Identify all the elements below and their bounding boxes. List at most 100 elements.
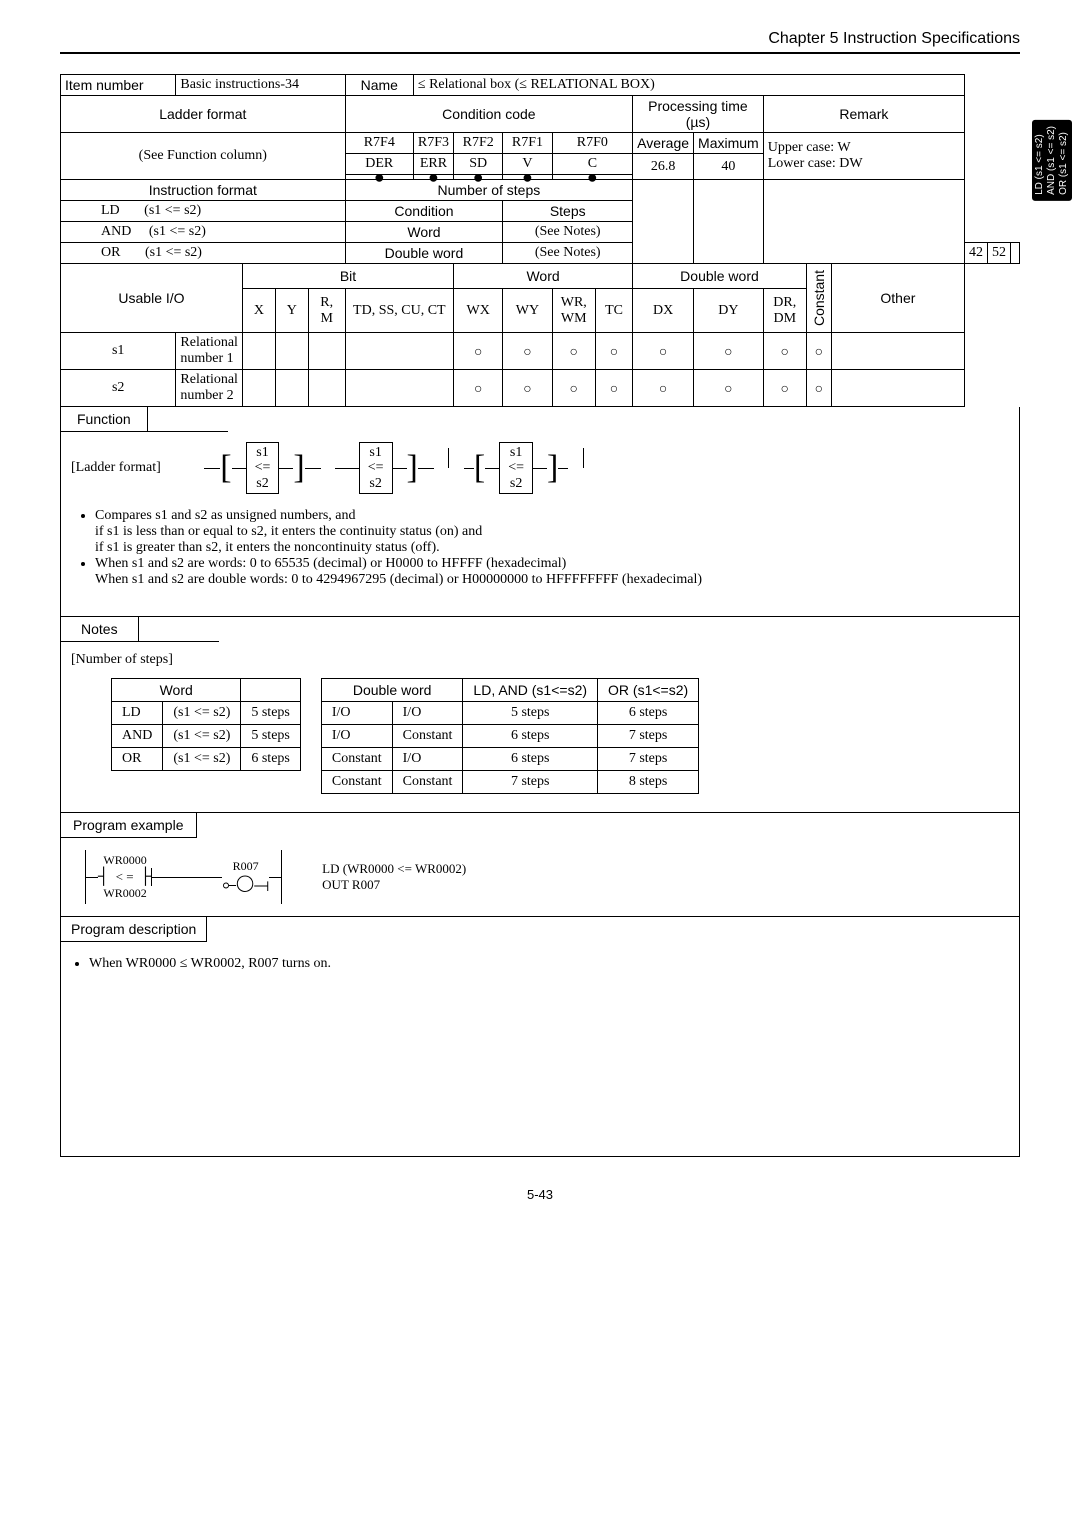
- see-function: (See Function column): [61, 133, 346, 180]
- cell: 7 steps: [598, 725, 699, 748]
- avg-value: 26.8: [633, 154, 694, 180]
- val52: 52: [988, 243, 1011, 264]
- max-value: 40: [694, 154, 764, 180]
- cell: 6 steps: [598, 702, 699, 725]
- mnemonic: AND: [101, 224, 131, 239]
- cell: 7 steps: [463, 771, 598, 794]
- cell: 5 steps: [463, 702, 598, 725]
- notes-label: Notes: [61, 617, 139, 642]
- cell: 5 steps: [241, 702, 301, 725]
- empty-cell: [345, 370, 453, 407]
- empty-cell: [831, 333, 964, 370]
- cell: AND: [112, 725, 163, 748]
- empty-cell: [275, 333, 308, 370]
- mnemonic: OR: [101, 245, 120, 260]
- program-example-section: Program example WR0000 ┤ < = ├ WR0002 R0…: [60, 813, 1020, 917]
- instr-row: AND (s1 <= s2): [61, 222, 346, 243]
- empty-cell: [633, 180, 694, 264]
- side-tab: LD (s1 <= s2) AND (s1 <= s2) OR (s1 <= s…: [1032, 120, 1072, 201]
- cell: I/O: [392, 748, 463, 771]
- col-x: X: [242, 288, 275, 332]
- circle-icon: ○: [595, 370, 632, 407]
- cc-header: R7F3: [413, 133, 453, 154]
- contact-label: WR0002: [103, 886, 146, 901]
- steps-hdr: OR (s1<=s2): [598, 679, 699, 702]
- function-label: Function: [61, 407, 148, 432]
- name-label: Name: [345, 75, 413, 96]
- num-steps-title: [Number of steps]: [71, 652, 1003, 668]
- col-dx: DX: [633, 288, 694, 332]
- bit-header: Bit: [242, 264, 453, 289]
- func-bullet: Compares s1 and s2 as unsigned numbers, …: [95, 508, 1003, 556]
- col-wx: WX: [454, 288, 503, 332]
- item-number-label: Item number: [61, 75, 176, 96]
- circle-icon: ○: [763, 333, 806, 370]
- operand-name: Relational number 1: [176, 333, 243, 370]
- empty-cell: [345, 333, 453, 370]
- operand-id: s1: [61, 333, 176, 370]
- col-wrwm: WR, WM: [552, 288, 595, 332]
- circle-icon: ○: [503, 370, 552, 407]
- program-example-label: Program example: [61, 813, 197, 838]
- cell: I/O: [392, 702, 463, 725]
- program-description-section: Program description When WR0000 ≤ WR0002…: [60, 917, 1020, 1157]
- circle-icon: ○: [763, 370, 806, 407]
- ladder-format-title: [Ladder format]: [71, 460, 161, 476]
- circle-icon: ○: [694, 370, 764, 407]
- other-header: Other: [831, 264, 964, 333]
- empty-cell: [242, 333, 275, 370]
- cell: (s1 <= s2): [163, 725, 241, 748]
- col-wy: WY: [503, 288, 552, 332]
- cell: I/O: [321, 725, 392, 748]
- maximum-label: Maximum: [694, 133, 764, 154]
- circle-icon: ○: [806, 333, 831, 370]
- cell: 7 steps: [598, 748, 699, 771]
- upper-case: Upper case: W: [768, 140, 960, 156]
- remark-cell: Upper case: W Lower case: DW: [763, 133, 964, 180]
- out-line: OUT R007: [322, 877, 466, 893]
- circle-icon: ○: [806, 370, 831, 407]
- circle-icon: ○: [633, 333, 694, 370]
- cond-word: Word: [345, 222, 503, 243]
- empty-cell: [694, 180, 764, 264]
- steps-hdr: Word: [112, 679, 241, 702]
- circle-icon: ○: [503, 333, 552, 370]
- operand-name: Relational number 2: [176, 370, 243, 407]
- coil-label: R007: [233, 859, 259, 874]
- instr-format-label: Instruction format: [61, 180, 346, 201]
- col-rm: R, M: [308, 288, 345, 332]
- steps-hdr: Double word: [321, 679, 463, 702]
- empty-cell: [275, 370, 308, 407]
- empty-cell: [308, 370, 345, 407]
- circle-icon: ○: [454, 370, 503, 407]
- ladder-box: s1 <= s2: [246, 442, 280, 494]
- cc-header: R7F4: [345, 133, 413, 154]
- col-drdm: DR, DM: [763, 288, 806, 332]
- usable-io-label: Usable I/O: [61, 264, 243, 333]
- cell: 6 steps: [463, 748, 598, 771]
- circle-icon: ○: [633, 370, 694, 407]
- page-header: Chapter 5 Instruction Specifications: [60, 30, 1020, 54]
- program-description-text: When WR0000 ≤ WR0002, R007 turns on.: [89, 956, 1019, 972]
- empty-cell: [242, 370, 275, 407]
- steps-hdr: [241, 679, 301, 702]
- spec-table: Item number Basic instructions-34 Name ≤…: [60, 74, 1020, 407]
- col-tc: TC: [595, 288, 632, 332]
- cell: Constant: [321, 748, 392, 771]
- circle-icon: ○: [454, 333, 503, 370]
- program-description-label: Program description: [61, 917, 207, 942]
- col-y: Y: [275, 288, 308, 332]
- word-header: Word: [454, 264, 633, 289]
- ladder-box: s1 <= s2: [359, 442, 393, 494]
- cc-header: R7F0: [552, 133, 633, 154]
- val42: 42: [965, 243, 988, 264]
- cell: I/O: [321, 702, 392, 725]
- processing-time-label: Processing time (µs): [633, 96, 764, 133]
- function-section: Function [Ladder format] [ s1 <= s2 ]: [60, 407, 1020, 617]
- mnemonic-arg: (s1 <= s2): [144, 203, 201, 218]
- ladder-format-label: Ladder format: [61, 96, 346, 133]
- out-line: LD (WR0000 <= WR0002): [322, 861, 466, 877]
- steps-header: Steps: [503, 201, 633, 222]
- lower-case: Lower case: DW: [768, 156, 960, 172]
- ladder-diagram: [ s1 <= s2 ] s1 <= s2 ]: [204, 442, 584, 494]
